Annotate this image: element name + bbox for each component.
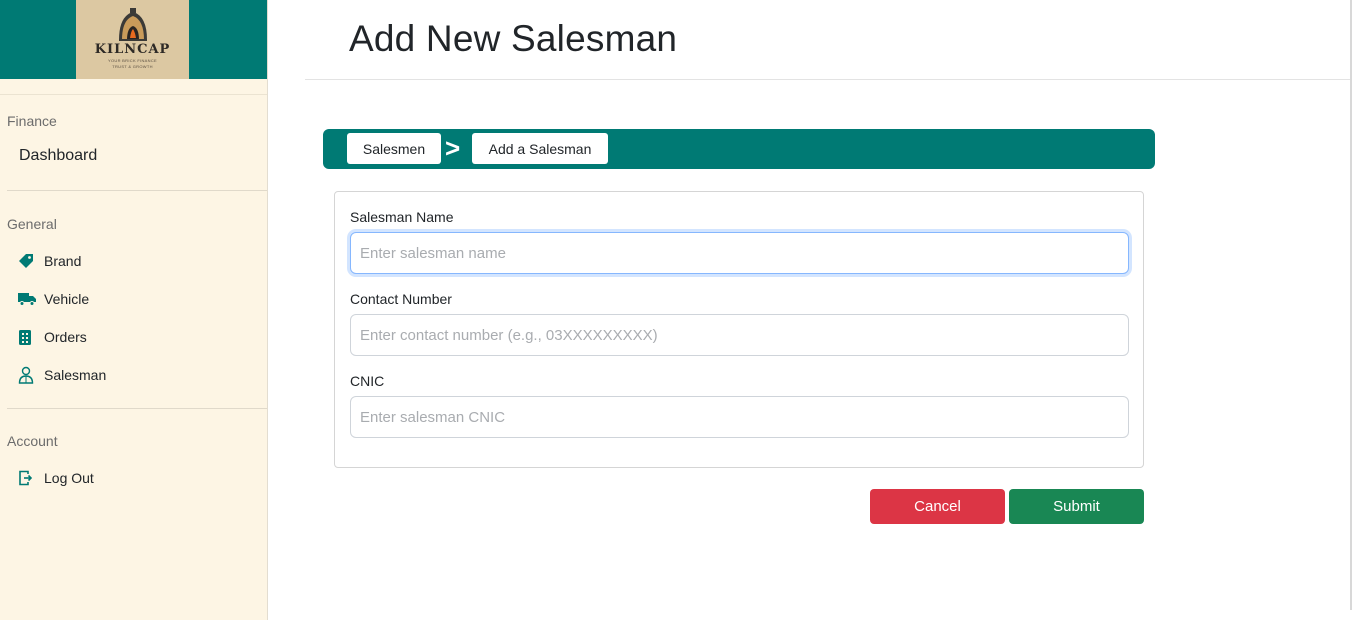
breadcrumb: Salesmen > Add a Salesman [323, 129, 1155, 169]
kiln-icon [118, 8, 147, 41]
contact-number-label: Contact Number [350, 291, 452, 307]
submit-button[interactable]: Submit [1009, 489, 1144, 524]
page-title: Add New Salesman [349, 18, 678, 59]
sidebar-item-label: Salesman [44, 367, 107, 383]
logout-icon [18, 470, 38, 486]
sidebar: KILNCAP YOUR BRICK FINANCE TRUST & GROWT… [0, 0, 268, 620]
sidebar-item-dashboard[interactable]: Dashboard [19, 147, 97, 165]
cancel-button[interactable]: Cancel [870, 489, 1005, 524]
sidebar-divider [7, 408, 267, 409]
sidebar-strip [0, 79, 267, 95]
cnic-label: CNIC [350, 373, 385, 389]
sidebar-item-vehicle[interactable]: Vehicle [18, 288, 89, 310]
salesman-form: Salesman Name Contact Number CNIC [334, 191, 1144, 468]
sidebar-item-label: Orders [44, 329, 87, 345]
brand-logo[interactable]: KILNCAP YOUR BRICK FINANCE TRUST & GROWT… [76, 0, 189, 79]
sidebar-item-logout[interactable]: Log Out [18, 467, 94, 489]
sidebar-item-orders[interactable]: Orders [18, 326, 87, 348]
window-edge [1350, 0, 1352, 610]
section-label-account: Account [7, 433, 58, 449]
breadcrumb-separator: > [445, 133, 461, 163]
brand-tagline: YOUR BRICK FINANCE [108, 58, 157, 63]
salesman-name-label: Salesman Name [350, 209, 454, 225]
section-label-general: General [7, 216, 57, 232]
sidebar-item-label: Vehicle [44, 291, 90, 307]
sidebar-divider [7, 190, 267, 191]
orders-list-icon [18, 329, 38, 345]
sidebar-item-label: Brand [44, 253, 82, 269]
brand-name: KILNCAP [94, 42, 171, 57]
section-label-finance: Finance [7, 113, 57, 129]
contact-number-input[interactable] [350, 314, 1129, 356]
title-divider [305, 79, 1350, 80]
cnic-input[interactable] [350, 396, 1129, 438]
sidebar-header: KILNCAP YOUR BRICK FINANCE TRUST & GROWT… [0, 0, 267, 79]
breadcrumb-item-salesmen[interactable]: Salesmen [347, 133, 441, 164]
salesman-user-icon [18, 366, 38, 384]
truck-icon [18, 291, 38, 307]
sidebar-item-brand[interactable]: Brand [18, 250, 81, 272]
salesman-name-input[interactable] [350, 232, 1129, 274]
sidebar-item-label: Log Out [44, 470, 94, 486]
brand-tagline-2: TRUST & GROWTH [112, 64, 153, 69]
tag-icon [18, 253, 38, 269]
sidebar-item-salesman[interactable]: Salesman [18, 364, 106, 386]
breadcrumb-item-add-salesman[interactable]: Add a Salesman [472, 133, 608, 164]
